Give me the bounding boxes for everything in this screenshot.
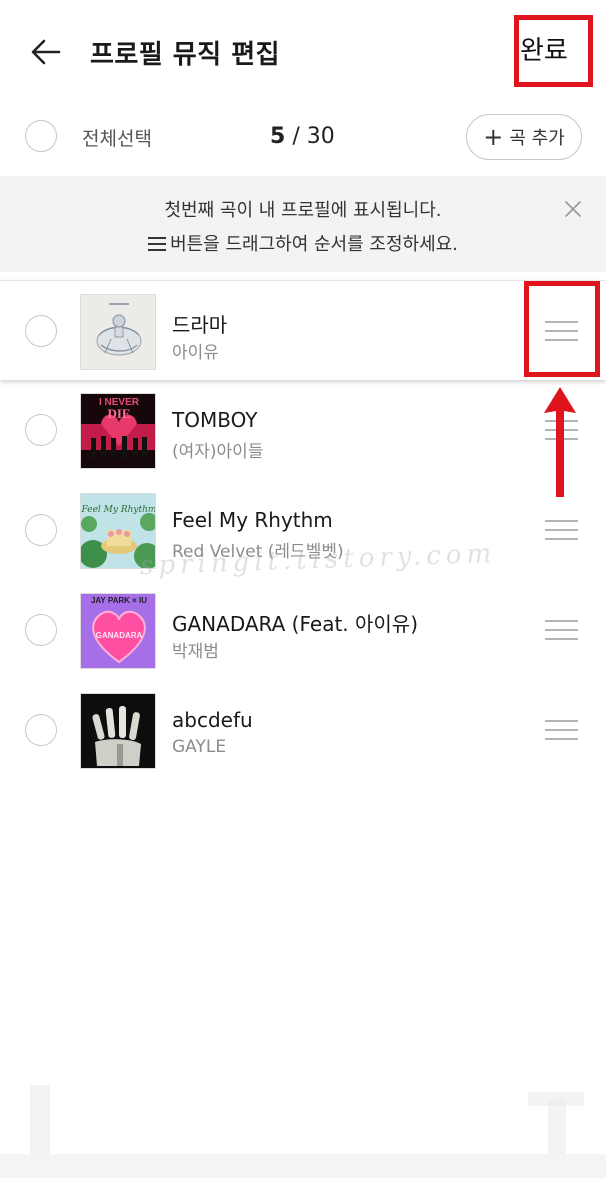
notice-banner: 첫번째 곡이 내 프로필에 표시됩니다. 버튼을 드래그하여 순서를 조정하세요… (0, 176, 606, 272)
song-artist: 아이유 (172, 343, 219, 363)
notice-line-2-text: 버튼을 드래그하여 순서를 조정하세요. (170, 234, 458, 255)
ganadara-cover-title: GANADARA (96, 631, 143, 640)
selection-toolbar: 전체선택 5 / 30 + 곡 추가 (0, 100, 606, 176)
select-all-checkbox[interactable] (25, 120, 57, 152)
back-button[interactable] (26, 30, 66, 74)
song-title: abcdefu (172, 708, 253, 732)
album-art-tomboy: I NEVER DIE (80, 393, 156, 469)
app-header: 프로필 뮤직 편집 완료 (0, 0, 606, 100)
song-artist: Red Velvet (레드벨벳) (172, 542, 344, 562)
plus-icon: + (483, 123, 504, 151)
album-art-abcdefu (80, 693, 156, 769)
background-ghost-shape (548, 1100, 566, 1155)
song-row[interactable]: 드라마 아이유 (0, 280, 606, 380)
notice-line-2: 버튼을 드래그하여 순서를 조정하세요. (0, 230, 606, 256)
add-song-button[interactable]: + 곡 추가 (466, 114, 582, 160)
select-all-label: 전체선택 (82, 128, 152, 150)
album-art-feel-my-rhythm: Feel My Rhythm (80, 493, 156, 569)
song-count: 5 / 30 (270, 124, 335, 149)
drag-handle[interactable] (545, 520, 578, 542)
background-ghost-shape (528, 1092, 584, 1106)
song-checkbox[interactable] (25, 414, 57, 446)
background-ghost-shape (30, 1085, 50, 1155)
drag-handle[interactable] (545, 720, 578, 742)
drag-handle-icon (148, 237, 167, 251)
song-checkbox[interactable] (25, 514, 57, 546)
song-artist: (여자)아이들 (172, 442, 264, 462)
song-row[interactable]: Feel My Rhythm Feel My Rhythm Red Velvet… (0, 480, 606, 580)
song-checkbox[interactable] (25, 714, 57, 746)
selected-count: 5 (270, 124, 286, 149)
notice-line-1: 첫번째 곡이 내 프로필에 표시됩니다. (164, 200, 442, 221)
song-title: GANADARA (Feat. 아이유) (172, 612, 419, 636)
bottom-bar (0, 1154, 606, 1178)
song-artist: 박재범 (172, 642, 219, 662)
done-highlight-box (514, 15, 593, 87)
song-artist: GAYLE (172, 737, 227, 757)
song-title: Feel My Rhythm (172, 508, 333, 532)
tomboy-cover-die: DIE (107, 406, 130, 421)
count-separator: / (292, 124, 300, 149)
drag-handle[interactable] (545, 620, 578, 642)
song-title: TOMBOY (172, 408, 258, 432)
song-checkbox[interactable] (25, 614, 57, 646)
arrow-up-icon (544, 387, 576, 497)
song-title: 드라마 (172, 313, 228, 337)
song-list: 드라마 아이유 I NEVER DIE TOMBOY (여자)아이들 Feel … (0, 280, 606, 780)
song-row[interactable]: JAY PARK × IU GANADARA GANADARA (Feat. 아… (0, 580, 606, 680)
max-count: 30 (306, 124, 335, 149)
close-icon (565, 201, 581, 217)
album-art-drama (80, 294, 156, 370)
rhythm-cover-title: Feel My Rhythm (81, 505, 156, 515)
album-art-ganadara: JAY PARK × IU GANADARA (80, 593, 156, 669)
drag-handle-highlight-box (524, 281, 600, 377)
arrow-left-icon (31, 39, 61, 65)
close-notice-button[interactable] (562, 198, 584, 220)
song-row[interactable]: abcdefu GAYLE (0, 680, 606, 780)
page-title: 프로필 뮤직 편집 (90, 40, 281, 70)
ganadara-cover-top: JAY PARK × IU (91, 596, 147, 605)
song-checkbox[interactable] (25, 315, 57, 347)
add-song-label: 곡 추가 (509, 128, 565, 149)
song-row[interactable]: I NEVER DIE TOMBOY (여자)아이들 (0, 380, 606, 480)
